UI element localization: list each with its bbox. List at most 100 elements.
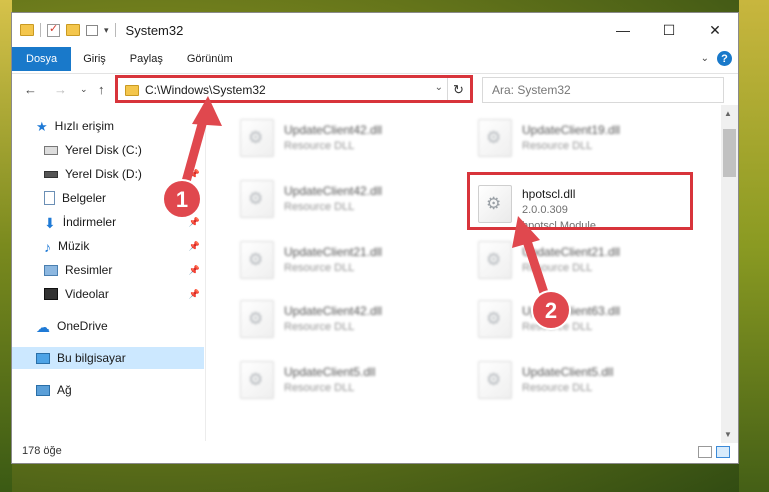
sidebar-item-label: Hızlı erişim [54,119,114,133]
file-item[interactable]: UpdateClient21.dll Resource DLL [232,235,452,285]
scroll-down-icon[interactable]: ▼ [724,430,732,439]
window-controls: — ☐ ✕ [600,13,738,47]
sidebar-item-downloads[interactable]: ⬇ İndirmeler 📌 [44,211,204,233]
file-name: UpdateClient5.dll [522,365,614,379]
scrollbar-thumb[interactable] [723,129,736,177]
maximize-button[interactable]: ☐ [646,13,692,47]
file-item[interactable]: UpdateClient42.dll Resource DLL [232,174,452,224]
file-type: Resource DLL [284,262,355,274]
file-name: UpdateClient42.dll [284,184,383,198]
file-item[interactable]: UpdateClient5.dll Resource DLL [470,355,690,405]
pin-icon[interactable]: 📌 [189,145,200,156]
file-item[interactable]: UpdateClient63.dll Resource DLL [470,294,690,344]
dll-file-icon [240,361,274,399]
status-bar: 178 öğe [12,439,738,463]
file-type: Resource DLL [522,140,593,152]
chevron-down-icon[interactable]: ▾ [104,25,109,36]
tab-paylas[interactable]: Paylaş [118,53,175,65]
sidebar-item-label: Videolar [65,287,109,301]
music-icon: ♪ [44,239,51,255]
new-folder-icon[interactable] [66,24,80,36]
file-item[interactable]: UpdateClient19.dll Resource DLL [470,113,690,163]
ribbon-right-controls: ⌄ ? [701,51,732,66]
network-icon [36,384,50,396]
separator [114,23,116,37]
pictures-icon [44,264,58,276]
navigation-bar: ← → ⌄ ↑ C:\Windows\System32 ⌄ ↻ Ara: Sys… [12,73,738,105]
file-name: UpdateClient42.dll [284,304,383,318]
search-input[interactable]: Ara: System32 [482,77,724,103]
dll-file-icon [478,361,512,399]
help-icon[interactable]: ? [717,51,732,66]
sidebar-item-label: Yerel Disk (C:) [65,143,142,157]
back-arrow-icon[interactable]: ← [24,82,37,97]
file-type: Resource DLL [284,201,355,213]
tab-giris[interactable]: Giriş [71,53,118,65]
sidebar-item-quick-access[interactable]: ★ Hızlı erişim [36,115,228,137]
expand-ribbon-icon[interactable]: ⌄ [701,53,709,64]
sidebar-item-videos[interactable]: Videolar 📌 [44,283,204,305]
file-item[interactable]: UpdateClient5.dll Resource DLL [232,355,452,405]
tab-gorunum[interactable]: Görünüm [175,53,245,65]
file-name: UpdateClient63.dll [522,304,621,318]
pin-icon[interactable]: 📌 [189,217,200,228]
sidebar-item-onedrive[interactable]: ☁ OneDrive [36,315,228,337]
tab-dosya[interactable]: Dosya [12,47,72,71]
sidebar-item-pictures[interactable]: Resimler 📌 [44,259,204,281]
sidebar-item-documents[interactable]: Belgeler 📌 [44,187,204,209]
folder-icon [20,24,34,36]
sidebar-item-label: Resimler [65,263,113,277]
pin-icon[interactable]: 📌 [189,265,200,276]
dll-file-icon [240,180,274,218]
address-highlight-box [115,75,473,103]
file-type: Resource DLL [522,382,593,394]
sidebar-item-music[interactable]: ♪ Müzik 📌 [44,235,204,257]
computer-icon [36,352,50,364]
sidebar-item-network[interactable]: Ağ [36,379,228,401]
pane-divider[interactable] [205,105,206,441]
file-type: Resource DLL [284,321,355,333]
file-list: UpdateClient42.dll Resource DLL UpdateCli… [208,105,722,439]
sidebar-item-label: Belgeler [62,191,107,205]
sidebar-item-local-disk-d[interactable]: Yerel Disk (D:) 📌 [44,163,204,185]
vertical-scrollbar[interactable]: ▲ ▼ [721,105,738,443]
separator [40,23,41,37]
recent-locations-icon[interactable]: ⌄ [80,84,88,95]
properties-icon[interactable] [47,22,60,37]
minimize-button[interactable]: — [600,13,646,47]
pin-icon[interactable]: 📌 [189,241,200,252]
up-arrow-icon[interactable]: ↑ [98,82,105,97]
title-bar: ▾ System32 — ☐ ✕ [12,13,738,47]
sidebar-item-this-pc[interactable]: Bu bilgisayar [12,347,204,369]
file-item[interactable]: UpdateClient21.dll Resource DLL [470,235,690,285]
sidebar-item-local-disk-c[interactable]: Yerel Disk (C:) 📌 [44,139,204,161]
tiles-view-icon[interactable] [716,446,730,458]
file-item[interactable]: UpdateClient42.dll Resource DLL [232,294,452,344]
document-icon [44,191,55,205]
close-button[interactable]: ✕ [692,13,738,47]
pin-icon[interactable]: 📌 [189,169,200,180]
sidebar-item-label: İndirmeler [62,215,117,229]
file-name: UpdateClient21.dll [284,245,383,259]
pin-icon[interactable]: 📌 [189,289,200,300]
view-options-icon[interactable] [86,24,98,36]
pin-icon[interactable]: 📌 [189,193,200,204]
dll-file-icon [240,300,274,338]
sidebar-item-label: Bu bilgisayar [57,351,126,365]
file-item[interactable]: UpdateClient42.dll Resource DLL [232,113,452,163]
view-buttons [698,446,730,458]
scroll-up-icon[interactable]: ▲ [724,109,732,118]
dll-file-icon [478,119,512,157]
file-name: UpdateClient5.dll [284,365,376,379]
sidebar-item-label: Müzik [58,239,90,253]
dll-file-icon [478,300,512,338]
forward-arrow-icon[interactable]: → [54,82,67,97]
item-count: 178 öğe [22,445,62,457]
details-view-icon[interactable] [698,446,712,458]
sidebar-item-label: OneDrive [57,319,108,333]
dll-file-icon [478,241,512,279]
drive-icon [44,145,58,155]
cloud-icon: ☁ [36,319,50,335]
file-type: Resource DLL [284,382,355,394]
explorer-window: ▾ System32 — ☐ ✕ Dosya Giriş Paylaş Görü… [11,12,739,464]
